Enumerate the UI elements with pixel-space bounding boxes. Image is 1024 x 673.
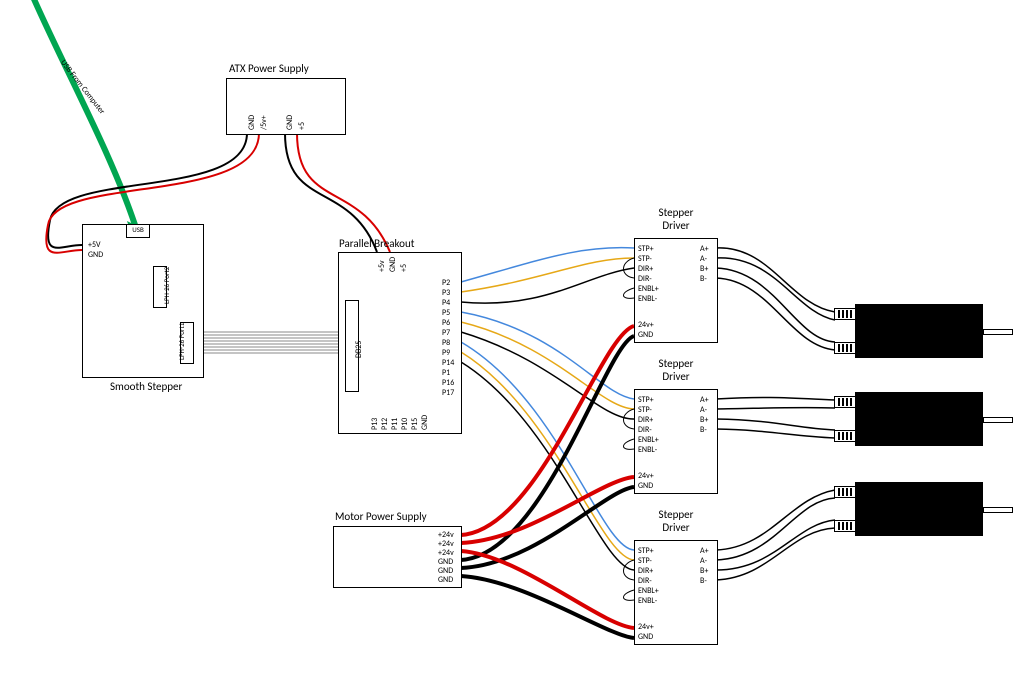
- d2-l5: ENBL-: [638, 445, 657, 455]
- bo-top-2: +5: [399, 264, 409, 272]
- bo-r8: P14: [442, 358, 454, 368]
- driver3-title: StepperDriver: [656, 508, 696, 534]
- motor-3-coil-b: [834, 520, 855, 532]
- d2-r2: B+: [700, 415, 708, 425]
- smooth-stepper-title: Smooth Stepper: [110, 380, 182, 393]
- d3-r1: A-: [700, 556, 707, 566]
- usb-cable-label: USB From Computer: [58, 58, 107, 116]
- d3-l0: STP+: [638, 546, 654, 556]
- d1-l2: DIR+: [638, 264, 653, 274]
- ss-5v: +5V: [88, 240, 101, 250]
- bo-b0: P13: [370, 418, 380, 430]
- d1-l3: DIR-: [638, 274, 652, 284]
- motor-1-coil-b: [834, 342, 855, 354]
- d3-p0: 24v+: [638, 622, 654, 632]
- d1-r3: B-: [700, 274, 707, 284]
- d2-p1: GND: [638, 481, 653, 491]
- motor-2-coil-b: [834, 430, 855, 442]
- bo-r10: P16: [442, 378, 454, 388]
- motor-1: [855, 304, 983, 358]
- bo-r0: P2: [442, 278, 450, 288]
- d3-l3: DIR-: [638, 576, 652, 586]
- d3-r0: A+: [700, 546, 709, 556]
- d3-p1: GND: [638, 632, 653, 642]
- d3-l1: STP-: [638, 556, 652, 566]
- atx-pin-3: +5: [297, 122, 307, 130]
- motor-1-shaft: [983, 329, 1013, 335]
- driver2-title: StepperDriver: [656, 357, 696, 383]
- d1-l0: STP+: [638, 244, 654, 254]
- bo-r9: P1: [442, 368, 450, 378]
- bo-r6: P8: [442, 338, 450, 348]
- d2-l2: DIR+: [638, 415, 653, 425]
- d1-l4: ENBL+: [638, 284, 659, 294]
- bo-top-1: GND: [388, 257, 398, 272]
- bo-r3: P5: [442, 308, 450, 318]
- d3-r2: B+: [700, 566, 708, 576]
- bo-r7: P9: [442, 348, 450, 358]
- d2-r1: A-: [700, 405, 707, 415]
- atx-pin-1: /5v+: [259, 115, 269, 130]
- d1-l5: ENBL-: [638, 294, 657, 304]
- d2-l3: DIR-: [638, 425, 652, 435]
- bo-r4: P6: [442, 318, 450, 328]
- ss-port2-label: LPH-26 Port2: [162, 267, 171, 304]
- motor-3: [855, 482, 983, 536]
- d3-r3: B-: [700, 576, 707, 586]
- motor-2: [855, 392, 983, 446]
- ss-gnd: GND: [88, 250, 103, 260]
- d2-r3: B-: [700, 425, 707, 435]
- motor-2-shaft: [983, 417, 1013, 423]
- atx-title: ATX Power Supply: [229, 62, 309, 75]
- usb-port: USB: [126, 224, 150, 238]
- driver1-title: StepperDriver: [656, 206, 696, 232]
- bo-r2: P4: [442, 298, 450, 308]
- bo-b4: P15: [410, 418, 420, 430]
- d2-l1: STP-: [638, 405, 652, 415]
- bo-b2: P11: [390, 418, 400, 430]
- bo-r11: P17: [442, 388, 454, 398]
- d1-r2: B+: [700, 264, 708, 274]
- d2-l4: ENBL+: [638, 435, 659, 445]
- mpsu-5: GND: [438, 575, 453, 585]
- d1-l1: STP-: [638, 254, 652, 264]
- motor-2-coil-a: [834, 396, 855, 408]
- d1-r1: A-: [700, 254, 707, 264]
- d3-l2: DIR+: [638, 566, 653, 576]
- bo-b1: P12: [380, 418, 390, 430]
- bo-r5: P7: [442, 328, 450, 338]
- motor-1-coil-a: [834, 308, 855, 320]
- breakout-title: Parallel Breakout: [339, 237, 414, 250]
- d2-p0: 24v+: [638, 471, 654, 481]
- motor-3-coil-a: [834, 486, 855, 498]
- bo-top-0: +5v: [377, 260, 387, 272]
- atx-pin-0: GND: [247, 115, 257, 130]
- atx-pin-2: GND: [285, 115, 295, 130]
- motor-3-shaft: [983, 507, 1013, 513]
- d1-p0: 24v+: [638, 320, 654, 330]
- ss-port1-label: LPH-26 Port1: [177, 323, 186, 360]
- d2-l0: STP+: [638, 395, 654, 405]
- d3-l4: ENBL+: [638, 586, 659, 596]
- bo-r1: P3: [442, 288, 450, 298]
- d1-p1: GND: [638, 330, 653, 340]
- bo-b5: GND: [420, 415, 430, 430]
- motor-psu-title: Motor Power Supply: [335, 510, 427, 523]
- d2-r0: A+: [700, 395, 709, 405]
- d1-r0: A+: [700, 244, 709, 254]
- d3-l5: ENBL-: [638, 596, 657, 606]
- breakout-db25-label: DB25: [354, 341, 364, 358]
- bo-b3: P10: [400, 418, 410, 430]
